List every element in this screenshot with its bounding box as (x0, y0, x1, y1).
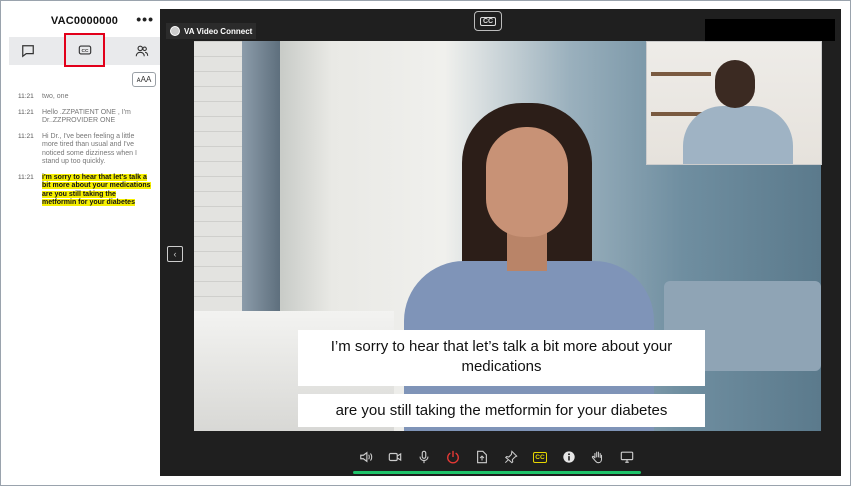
message-text: Hi Dr., I've been feeling a little more … (42, 132, 137, 166)
speaker-button[interactable] (356, 447, 376, 467)
tab-participants[interactable] (123, 37, 160, 65)
message-time: 11:21 (18, 173, 34, 181)
svg-text:CC: CC (81, 48, 88, 54)
screen-share-icon (620, 451, 634, 463)
participants-icon (135, 45, 148, 57)
app-frame: VAC0000000 ••• CC ᴀAA 11:21 two, one 11:… (0, 0, 851, 486)
captions-toggle-top[interactable]: CC (474, 11, 502, 31)
leave-icon (447, 450, 459, 464)
text-size-button[interactable]: ᴀAA (132, 72, 156, 87)
microphone-icon (419, 450, 429, 464)
header-placeholder (705, 19, 835, 41)
caption-line-1: I’m sorry to hear that let’s talk a bit … (298, 330, 705, 386)
patient-body (683, 106, 793, 164)
caption-transcript: 11:21 two, one 11:21 Hello .ZZPATIENT ON… (9, 93, 160, 215)
microphone-button[interactable] (414, 447, 434, 467)
message-time: 11:21 (18, 93, 34, 100)
list-item: 11:21 Hello .ZZPATIENT ONE , I'm Dr..ZZP… (9, 109, 160, 126)
face (486, 127, 568, 237)
message-text: Hello .ZZPATIENT ONE , I'm Dr..ZZPROVIDE… (42, 108, 131, 125)
message-time: 11:21 (18, 132, 34, 140)
call-toolbar: CC (160, 439, 841, 476)
panel-header: VAC0000000 ••• (9, 9, 160, 35)
info-button[interactable] (559, 447, 579, 467)
video-area: VA Video Connect CC ‹ I’m sorry to hear … (160, 9, 841, 476)
closed-captions-icon: CC (479, 16, 497, 26)
more-options-button[interactable]: ••• (136, 11, 154, 27)
background-curtain (242, 41, 280, 341)
pin-icon (504, 450, 518, 464)
pin-button[interactable] (501, 447, 521, 467)
chevron-left-icon: ‹ (173, 249, 177, 259)
caption-line-2: are you still taking the metformin for y… (298, 394, 705, 427)
patient-head (715, 60, 755, 108)
raise-hand-button[interactable] (588, 447, 608, 467)
list-item: 11:21 Hi Dr., I've been feeling a little… (9, 133, 160, 167)
raise-hand-icon (591, 451, 603, 464)
speaker-icon (360, 451, 373, 463)
chat-icon (21, 45, 34, 58)
captions-icon: CC (533, 451, 547, 463)
message-time: 11:21 (18, 108, 34, 116)
captions-button[interactable]: CC (530, 447, 550, 467)
share-file-button[interactable] (472, 447, 492, 467)
screen-share-button[interactable] (617, 447, 637, 467)
app-badge: VA Video Connect (166, 23, 256, 39)
leave-call-button[interactable] (443, 447, 463, 467)
list-item: 11:21 two, one (9, 93, 160, 102)
list-item-highlighted: 11:21 i'm sorry to hear that let's talk … (9, 173, 160, 208)
share-file-icon (477, 450, 487, 464)
message-text: two, one (42, 93, 69, 100)
closed-captions-icon: CC (78, 45, 91, 55)
tab-captions[interactable]: CC (64, 33, 105, 67)
panel-tabs: CC (9, 33, 160, 67)
info-icon (563, 451, 575, 463)
audio-level-indicator (353, 471, 641, 474)
message-text: i'm sorry to hear that let's talk a bit … (42, 173, 151, 206)
va-logo-icon (170, 26, 180, 36)
self-view-video[interactable] (646, 41, 822, 165)
transcript-panel: VAC0000000 ••• CC ᴀAA 11:21 two, one 11:… (9, 9, 160, 475)
background-shelf (651, 72, 711, 76)
camera-icon (388, 452, 402, 462)
collapse-panel-button[interactable]: ‹ (167, 246, 183, 262)
app-name: VA Video Connect (184, 26, 253, 36)
camera-button[interactable] (385, 447, 405, 467)
tab-chat[interactable] (9, 37, 46, 65)
